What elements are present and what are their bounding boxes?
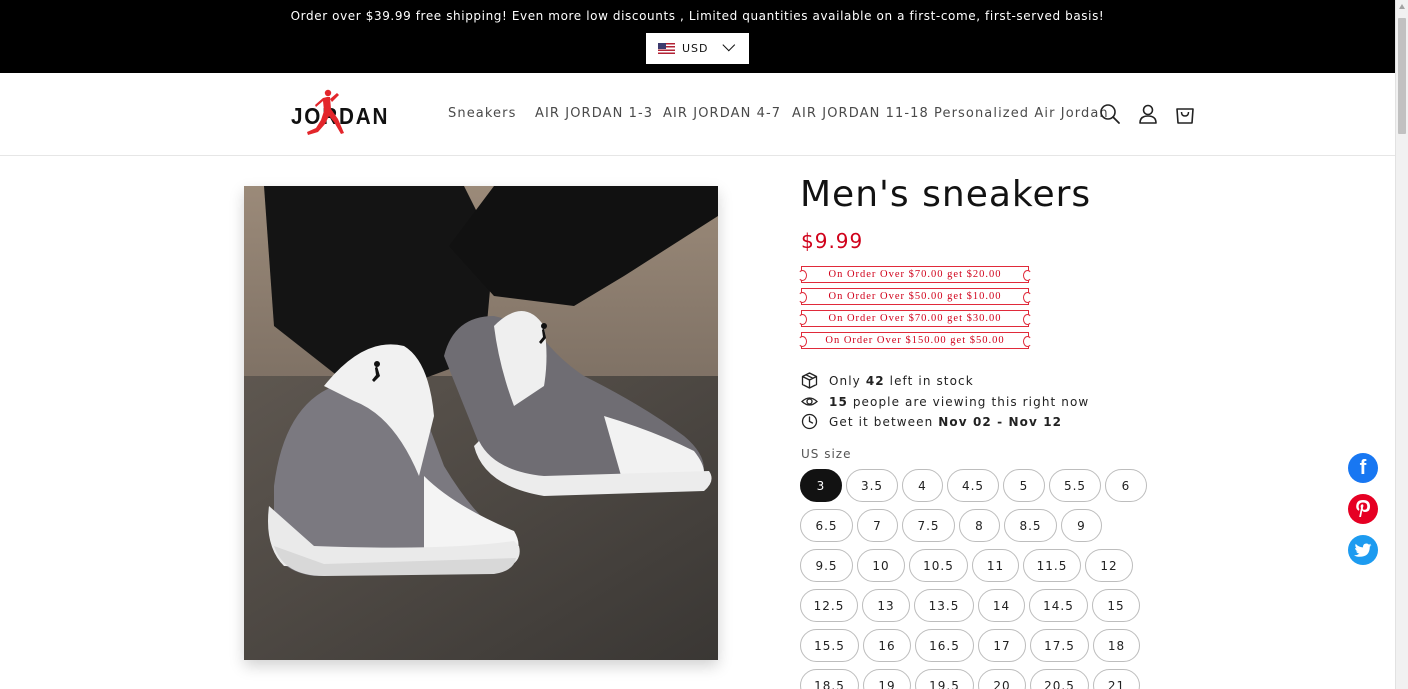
product-price: $9.99 [801,229,864,253]
size-option[interactable]: 18 [1093,629,1140,662]
announcement-bar: Order over $39.99 free shipping! Even mo… [0,0,1395,73]
size-option[interactable]: 3 [800,469,842,502]
size-option[interactable]: 13 [862,589,910,622]
size-option[interactable]: 16 [863,629,911,662]
account-icon[interactable] [1137,103,1159,125]
site-header: JORDAN Sneakers AIR JORDAN 1-3 AIR JORDA… [0,73,1395,156]
size-option[interactable]: 15 [1092,589,1140,622]
nav-personalized-air-jordan[interactable]: Personalized Air Jordan [934,106,1109,121]
size-option[interactable]: 5 [1003,469,1045,502]
stock-info: Only 42 left in stock [801,372,974,389]
nav-air-jordan-1-3[interactable]: AIR JORDAN 1-3 [535,106,653,121]
announcement-text: Order over $39.99 free shipping! Even mo… [290,9,1105,23]
nav-air-jordan-4-7[interactable]: AIR JORDAN 4-7 [663,106,781,121]
promo-coupon: On Order Over $70.00 get $20.00 [798,266,1032,283]
size-option[interactable]: 5.5 [1049,469,1101,502]
size-option[interactable]: 13.5 [914,589,974,622]
eye-icon [801,397,818,406]
size-option[interactable]: 9 [1061,509,1102,542]
size-option[interactable]: 4.5 [947,469,999,502]
size-option[interactable]: 3.5 [846,469,898,502]
pinterest-icon [1356,500,1370,517]
size-option[interactable]: 11.5 [1023,549,1081,582]
promo-coupon: On Order Over $70.00 get $30.00 [798,310,1032,327]
facebook-share-button[interactable]: f [1348,453,1378,483]
size-option[interactable]: 9.5 [800,549,853,582]
size-option[interactable]: 16.5 [915,629,974,662]
us-flag-icon [658,43,675,54]
size-option[interactable]: 4 [902,469,943,502]
size-option[interactable]: 14.5 [1029,589,1088,622]
size-option[interactable]: 15.5 [800,629,859,662]
size-option[interactable]: 17 [978,629,1026,662]
size-option[interactable]: 6.5 [800,509,853,542]
nav-sneakers[interactable]: Sneakers [448,106,516,121]
size-option[interactable]: 7.5 [902,509,955,542]
size-option[interactable]: 7 [857,509,898,542]
size-option[interactable]: 20 [978,669,1026,689]
delivery-info: Get it between Nov 02 - Nov 12 [801,413,1062,430]
search-icon[interactable] [1099,103,1121,125]
size-option[interactable]: 6 [1105,469,1147,502]
clock-icon [801,413,818,430]
viewers-info: 15 people are viewing this right now [801,393,1089,410]
promo-coupon: On Order Over $150.00 get $50.00 [798,332,1032,349]
facebook-icon: f [1359,456,1367,479]
currency-selector[interactable]: USD [646,33,749,64]
size-option[interactable]: 19 [863,669,911,689]
size-option[interactable]: 8.5 [1004,509,1057,542]
size-option[interactable]: 12.5 [800,589,858,622]
size-option[interactable]: 10 [857,549,905,582]
box-icon [801,372,818,389]
twitter-share-button[interactable] [1348,535,1378,565]
size-option[interactable]: 18.5 [800,669,859,689]
nav-air-jordan-11-18[interactable]: AIR JORDAN 11-18 [792,106,929,121]
size-option[interactable]: 8 [959,509,1000,542]
size-option[interactable]: 20.5 [1030,669,1089,689]
jordan-logo[interactable]: JORDAN [290,87,387,143]
stock-count: 42 [865,373,885,388]
scroll-up-icon[interactable] [1399,4,1405,9]
size-label: US size [801,447,852,461]
cart-icon[interactable] [1174,103,1196,125]
currency-label: USD [682,42,709,55]
jumpman-icon [307,89,344,135]
delivery-range: Nov 02 - Nov 12 [938,414,1063,429]
size-option[interactable]: 21 [1093,669,1140,689]
viewers-count: 15 [829,394,848,409]
size-option[interactable]: 10.5 [909,549,968,582]
viewers-post: people are viewing this right now [852,394,1090,409]
size-option[interactable]: 12 [1085,549,1133,582]
size-option[interactable]: 11 [972,549,1019,582]
product-title: Men's sneakers [800,174,1092,215]
chevron-down-icon [721,38,735,52]
scrollbar-thumb[interactable] [1398,18,1406,134]
size-option[interactable]: 19.5 [915,669,974,689]
stock-post: left in stock [889,373,974,388]
product-image[interactable] [244,186,718,660]
promo-coupon: On Order Over $50.00 get $10.00 [798,288,1032,305]
stock-pre: Only [829,373,861,388]
twitter-icon [1354,543,1372,557]
pinterest-share-button[interactable] [1348,494,1378,524]
delivery-pre: Get it between [829,414,934,429]
size-option[interactable]: 17.5 [1030,629,1089,662]
size-option[interactable]: 14 [978,589,1025,622]
scrollbar[interactable] [1395,0,1408,689]
